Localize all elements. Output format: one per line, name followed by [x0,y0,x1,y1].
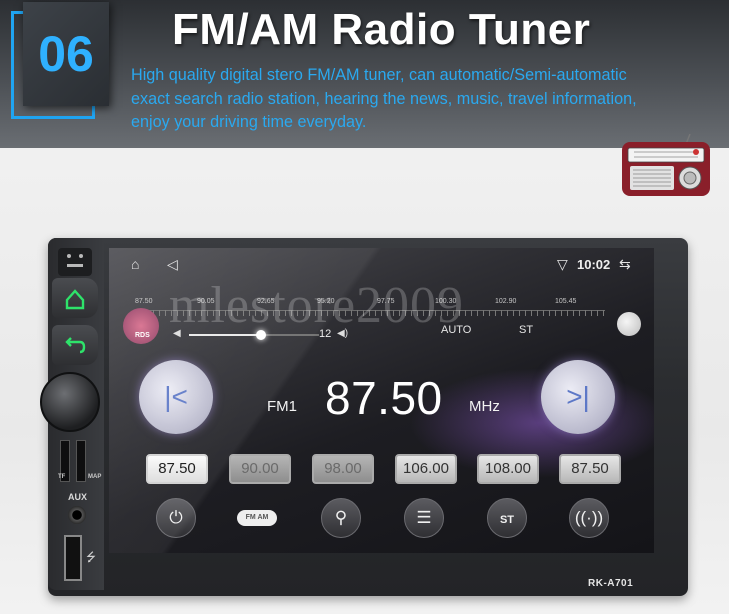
volume-low-icon: ◀ [173,328,181,339]
map-card-slot[interactable] [76,440,86,482]
stereo-icon: ST [499,514,515,526]
back-button[interactable] [52,325,98,365]
scale-label: 87.50 [135,298,153,305]
home-icon[interactable]: ⌂ [131,256,139,272]
skip-previous-icon: |< [164,381,188,412]
home-icon [65,289,85,310]
band-label: FM1 [267,398,297,415]
current-frequency: 87.50 [325,372,443,424]
skip-next-icon: >| [566,381,590,412]
volume-fill [189,334,261,336]
description-line: enjoy your driving time everyday. [131,113,367,131]
stereo-label[interactable]: ST [519,324,533,336]
list-icon: ☰ [416,508,432,527]
description: High quality digital stero FM/AM tuner, … [131,64,727,135]
preset-button-2[interactable]: 90.00 [229,454,291,484]
scale-label: 105.45 [555,298,577,305]
search-icon: ⚲ [334,508,348,527]
frequency-unit: MHz [469,398,500,415]
auto-label[interactable]: AUTO [441,324,471,336]
preset-button-4[interactable]: 106.00 [395,454,457,484]
tf-label: TF [58,474,66,480]
usb-port[interactable] [64,535,82,581]
usb-icon: ⭍ [86,550,96,564]
description-line: High quality digital stero FM/AM tuner, … [131,66,627,84]
description-line: exact search radio station, hearing the … [131,89,637,108]
page-title: FM/AM Radio Tuner [172,5,591,54]
stereo-button[interactable]: ST [487,498,527,538]
top-banner: 06 FM/AM Radio Tuner High quality digita… [0,0,729,148]
aux-jack[interactable] [68,506,86,524]
signal-icon: ((·)) [574,508,604,527]
microphone-icon [58,248,92,276]
home-button[interactable] [52,278,98,318]
volume-high-icon: ◀) [337,328,349,339]
model-label: RK-A701 [588,578,634,589]
back-icon[interactable]: ⇆ [619,256,631,273]
power-button[interactable]: ⏻ [156,498,196,538]
volume-knob[interactable] [40,372,100,432]
preset-button-1[interactable]: 87.50 [146,454,208,484]
aux-label: AUX [68,492,88,502]
rds-label: RDS [135,332,150,339]
vintage-radio-icon [622,134,710,196]
clock: 10:02 [577,257,611,272]
volume-level: 12 [319,328,332,340]
preset-button-3[interactable]: 98.00 [312,454,374,484]
favorite-button[interactable] [617,312,641,336]
scale-label: 102.90 [495,298,517,305]
list-button[interactable]: ☰ [404,498,444,538]
preset-button-6[interactable]: 87.50 [559,454,621,484]
back-arrow-icon [65,337,86,354]
section-number: 06 [23,2,109,106]
radio-screen: ⌂ ◁ ▽ 10:02 ⇆ 87.50 90.05 92.65 95.20 97… [109,248,654,553]
fm-am-toggle[interactable]: FM AM [237,510,277,526]
seek-prev-button[interactable]: |< [139,360,213,434]
signal-button[interactable]: ((·)) [569,498,609,538]
volume-handle[interactable] [255,330,266,340]
search-button[interactable]: ⚲ [321,498,361,538]
seek-next-button[interactable]: >| [541,360,615,434]
status-bar: ⌂ ◁ ▽ 10:02 ⇆ [109,248,654,278]
preset-button-5[interactable]: 108.00 [477,454,539,484]
wifi-icon: ▽ [557,256,568,272]
watermark: mlestore2009 [169,277,465,334]
map-label: MAP [88,474,102,480]
power-icon: ⏻ [169,508,183,527]
mute-speaker-icon[interactable]: ◁ [167,256,178,273]
